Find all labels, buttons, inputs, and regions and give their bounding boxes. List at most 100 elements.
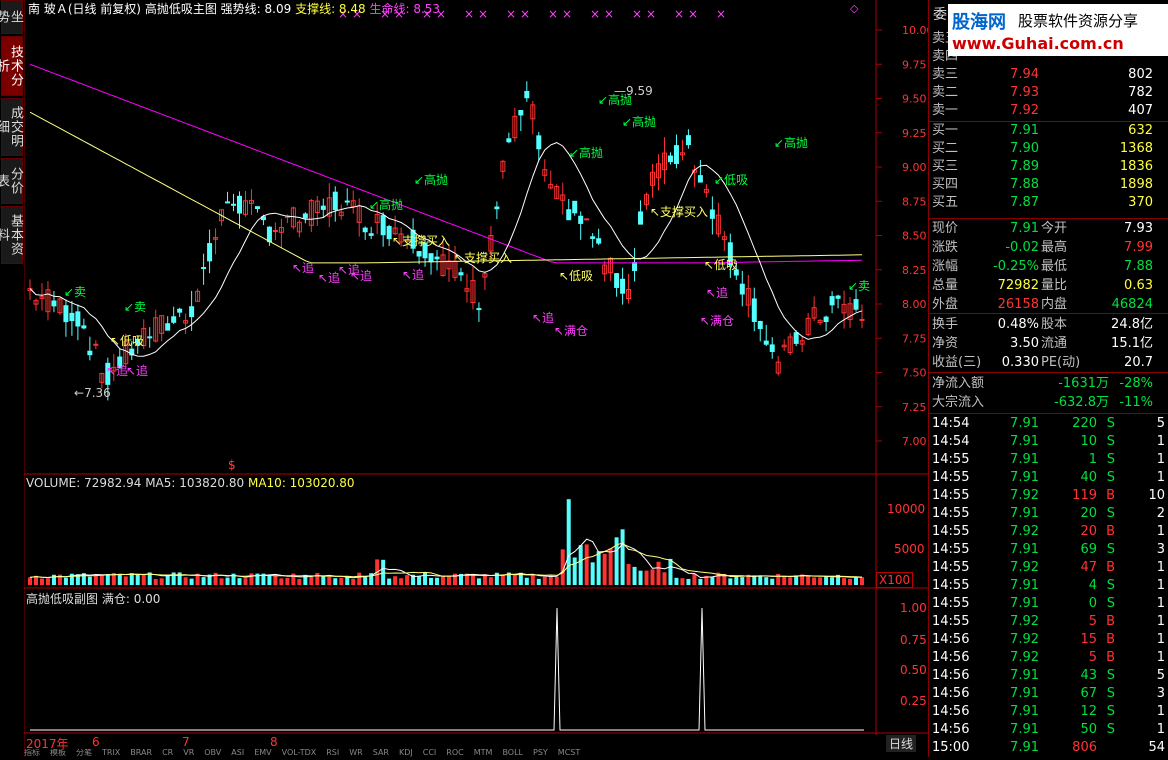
tick-volume: 1 xyxy=(1088,452,1097,467)
volume-bar xyxy=(758,575,763,585)
indicator-tab[interactable]: 分笔 xyxy=(76,749,92,757)
volume-bar xyxy=(129,573,134,585)
candle-body xyxy=(829,296,835,306)
candle-body xyxy=(344,200,350,203)
tick-side: S xyxy=(1106,704,1115,719)
volume-bar xyxy=(285,577,290,585)
kline-chart-svg[interactable]: 10.00 9.75 9.50 9.25 9.00 8.75 8.50 8.25 8.00 7.7… xyxy=(24,0,934,757)
tick-row: 14:54 7.91 220 S 5 xyxy=(929,415,1168,433)
dollar-marker: $ xyxy=(228,458,236,472)
indicator-tab[interactable]: PSY xyxy=(533,749,548,757)
tick-time: 14:54 xyxy=(932,416,970,431)
tick-volume: 0 xyxy=(1088,596,1097,611)
chart-area[interactable]: 10.00 9.75 9.50 9.25 9.00 8.75 8.50 8.25 8.00 7.7… xyxy=(24,0,934,757)
side-tab-technical[interactable]: 技术分析 xyxy=(0,36,23,96)
tick-count: 3 xyxy=(1156,686,1165,701)
period-button[interactable]: 日线 xyxy=(886,735,917,752)
indicator-tab[interactable]: ROC xyxy=(446,749,463,757)
ask-label: 卖二 xyxy=(932,85,959,100)
full-position-line xyxy=(30,607,864,731)
indicator-tab[interactable]: KDJ xyxy=(399,749,413,757)
side-tab-price-table[interactable]: 分价表 xyxy=(0,158,23,204)
indicator-tab[interactable]: 模板 xyxy=(50,749,66,757)
tick-time: 14:55 xyxy=(932,488,970,503)
candle-body xyxy=(380,215,386,236)
volume-bar xyxy=(333,578,338,585)
side-tab-trend[interactable]: 坐势 xyxy=(0,0,23,34)
indicator-tab[interactable]: MTM xyxy=(474,749,493,757)
indicator-tab[interactable]: 指标 xyxy=(24,749,40,757)
volume-bars xyxy=(28,499,865,585)
fund-label-2: PE(动) xyxy=(1041,355,1081,370)
volume-bar xyxy=(656,561,661,585)
life-line-value: 生命线: 8.53 xyxy=(369,2,441,16)
side-tab-trades[interactable]: 成交明细 xyxy=(0,98,23,156)
tick-count: 1 xyxy=(1156,560,1165,575)
indicator-tab[interactable]: CCI xyxy=(423,749,437,757)
candle-body xyxy=(739,283,745,295)
volume-bar xyxy=(297,579,302,585)
indicator-tab[interactable]: TRIX xyxy=(102,749,120,757)
volume-bar xyxy=(602,553,607,585)
indicator-tab[interactable]: VR xyxy=(183,749,194,757)
volume-bar xyxy=(159,578,164,585)
volume-bar xyxy=(291,573,296,585)
indicator-tab[interactable]: ASI xyxy=(231,749,244,757)
bid-row: 买三 7.89 1836 xyxy=(929,158,1168,176)
stat-value: -0.02 xyxy=(1005,240,1039,255)
volume-bar xyxy=(93,574,98,585)
high-throw-signal: ↙高抛 xyxy=(369,197,403,212)
chase-signal: ↖追 xyxy=(402,267,424,282)
sell-signal: ↙卖 xyxy=(124,300,146,314)
full-position-signal: ↖满仓 xyxy=(700,314,734,328)
fund-value: 0.330 xyxy=(1001,355,1039,370)
tick-volume: 10 xyxy=(1080,434,1097,449)
candle-body xyxy=(147,336,153,339)
candle-body xyxy=(458,272,464,276)
volume-bar xyxy=(620,529,625,585)
volume-bar xyxy=(812,577,817,585)
candle-body xyxy=(272,229,278,232)
tick-price: 7.91 xyxy=(1010,506,1039,521)
diamond-icon[interactable]: ◇ xyxy=(850,2,858,15)
tick-row: 14:56 7.91 43 S 5 xyxy=(929,667,1168,685)
tick-time: 14:55 xyxy=(932,470,970,485)
bid-row: 买五 7.87 370 xyxy=(929,194,1168,212)
volume-bar xyxy=(626,564,631,585)
tick-time: 14:56 xyxy=(932,668,970,683)
candle-body xyxy=(93,343,99,346)
candle-body xyxy=(189,306,195,318)
flow-value: -1631万 xyxy=(1058,376,1109,391)
candle-body xyxy=(386,226,392,240)
indicator-tab[interactable]: BRAR xyxy=(130,749,152,757)
volume-bar xyxy=(117,574,122,585)
volume-bar xyxy=(530,573,535,585)
tick-row: 14:55 7.91 1 S 1 xyxy=(929,451,1168,469)
tick-volume: 47 xyxy=(1080,560,1097,575)
candle-body xyxy=(524,90,530,99)
candle-body xyxy=(667,155,673,163)
indicator-tab[interactable]: WR xyxy=(349,749,362,757)
side-tab-fundamentals[interactable]: 基本资料 xyxy=(0,206,23,264)
indicator-tab[interactable]: OBV xyxy=(204,749,221,757)
high-throw-signal: ↙高抛 xyxy=(622,114,656,129)
fund-value-2: 15.1亿 xyxy=(1111,336,1153,351)
ask-row: 卖二 7.93 782 xyxy=(929,84,1168,102)
volume-bar xyxy=(183,577,188,585)
candle-body xyxy=(63,305,69,323)
indicator-tab[interactable]: BOLL xyxy=(502,749,523,757)
candle-body xyxy=(266,226,272,243)
indicator-tab[interactable]: CR xyxy=(162,749,173,757)
indicator-tab[interactable]: SAR xyxy=(373,749,389,757)
tick-price: 7.92 xyxy=(1010,632,1039,647)
volume-bar xyxy=(28,577,32,585)
indicator-tab[interactable]: MCST xyxy=(558,749,580,757)
tick-price: 7.92 xyxy=(1010,560,1039,575)
indicator-tab[interactable]: VOL-TDX xyxy=(282,749,317,757)
watermark-banner: 股海网 股票软件资源分享 www.Guhai.com.cn xyxy=(948,4,1168,56)
candle-body xyxy=(632,261,638,272)
bid-label: 买二 xyxy=(932,141,959,156)
volume-bar xyxy=(45,578,50,585)
indicator-tab[interactable]: EMV xyxy=(254,749,271,757)
indicator-tab[interactable]: RSI xyxy=(326,749,339,757)
